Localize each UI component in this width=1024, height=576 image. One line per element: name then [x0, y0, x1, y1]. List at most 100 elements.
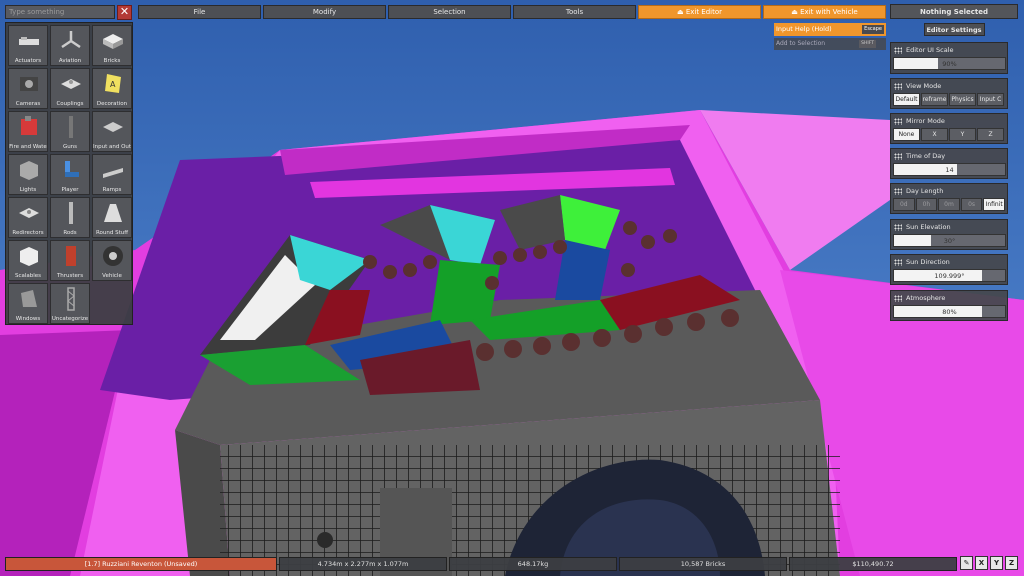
- grip-icon: [894, 82, 902, 90]
- category-round-stuff[interactable]: Round Stuff: [92, 197, 132, 238]
- category-label: Bricks: [103, 58, 121, 64]
- category-vehicle[interactable]: Vehicle: [92, 240, 132, 281]
- brick-icon: [103, 34, 123, 49]
- mirror-mode-option-y[interactable]: Y: [949, 128, 976, 141]
- search-input[interactable]: Type something: [5, 5, 115, 19]
- category-label: Vehicle: [102, 273, 122, 279]
- view-mode-option-reframe[interactable]: reframe: [921, 93, 948, 106]
- day-length-option-0m[interactable]: 0m: [938, 198, 960, 211]
- category-scalables[interactable]: Scalables: [8, 240, 48, 281]
- redirector-icon: [19, 208, 39, 218]
- category-actuators[interactable]: Actuators: [8, 25, 48, 66]
- z-axis-icon[interactable]: Z: [1005, 556, 1018, 570]
- viewport-scene[interactable]: [0, 0, 1024, 576]
- cube-icon: [20, 247, 38, 266]
- propeller-icon: [61, 31, 81, 49]
- category-label: Fire and Wate: [9, 144, 47, 150]
- time-of-day-slider[interactable]: 14: [893, 163, 1006, 176]
- category-label: Cameras: [15, 101, 41, 107]
- category-label: Player: [61, 187, 79, 193]
- vehicle-name[interactable]: [1.7] Ruzziani Reventon (Unsaved): [5, 557, 277, 571]
- mirror-mode-label: Mirror Mode: [906, 117, 945, 125]
- category-player[interactable]: Player: [50, 154, 90, 195]
- category-label: Actuators: [14, 58, 42, 64]
- exit-icon: ⏏: [676, 8, 686, 16]
- category-cameras[interactable]: Cameras: [8, 68, 48, 109]
- view-mode-option-default[interactable]: Default: [893, 93, 920, 106]
- menu-modify-button[interactable]: Modify: [263, 5, 386, 19]
- io-icon: [103, 122, 123, 132]
- light-icon: [20, 161, 38, 180]
- sun-elevation-value: 30°: [943, 237, 956, 245]
- view-mode-option-input-c[interactable]: Input C: [977, 93, 1004, 106]
- y-axis-icon[interactable]: Y: [990, 556, 1003, 570]
- time-of-day-value: 14: [945, 166, 954, 174]
- sun-elevation-slider[interactable]: 30°: [893, 234, 1006, 247]
- day-length-options: 0d 0h 0m 0s Infinit: [891, 198, 1007, 211]
- seat-icon: [65, 161, 79, 177]
- category-decoration[interactable]: A Decoration: [92, 68, 132, 109]
- mirror-mode-option-none[interactable]: None: [893, 128, 920, 141]
- grip-icon: [894, 117, 902, 125]
- view-mode-option-physics[interactable]: Physics: [949, 93, 976, 106]
- exit-editor-button[interactable]: ⏏ Exit Editor: [638, 5, 761, 19]
- category-windows[interactable]: Windows: [8, 283, 48, 324]
- category-ramps[interactable]: Ramps: [92, 154, 132, 195]
- category-label: Aviation: [58, 58, 82, 64]
- category-couplings[interactable]: Couplings: [50, 68, 90, 109]
- atmosphere-value: 80%: [942, 308, 957, 316]
- category-thrusters[interactable]: Thrusters: [50, 240, 90, 281]
- menu-selection-button[interactable]: Selection: [388, 5, 511, 19]
- close-icon[interactable]: ✕: [117, 5, 132, 20]
- day-length-option-0h[interactable]: 0h: [915, 198, 938, 211]
- mirror-mode-option-z[interactable]: Z: [977, 128, 1004, 141]
- category-redirectors[interactable]: Redirectors: [8, 197, 48, 238]
- status-bar: [1.7] Ruzziani Reventon (Unsaved) 4.734m…: [5, 557, 957, 571]
- grip-icon: [894, 258, 902, 266]
- mirror-mode-option-x[interactable]: X: [921, 128, 948, 141]
- input-help-label: Input Help (Hold): [776, 25, 832, 33]
- vehicle-dimensions: 4.734m x 2.277m x 1.077m: [279, 557, 447, 571]
- atmosphere-label: Atmosphere: [906, 294, 946, 302]
- input-help-hint: Input Help (Hold) Escape: [774, 23, 886, 36]
- menu-file-button[interactable]: File: [138, 5, 261, 19]
- atmosphere-slider[interactable]: 80%: [893, 305, 1006, 318]
- time-of-day-section: Time of Day 14: [890, 148, 1008, 179]
- day-length-section: Day Length 0d 0h 0m 0s Infinit: [890, 183, 1008, 214]
- grip-icon: [894, 46, 902, 54]
- selection-title: Nothing Selected: [890, 4, 1018, 19]
- category-label: Scalables: [14, 273, 42, 279]
- grip-icon: [894, 294, 902, 302]
- sun-direction-section: Sun Direction 109.999°: [890, 254, 1008, 285]
- exit-vehicle-label: Exit with Vehicle: [800, 8, 858, 16]
- category-bricks[interactable]: Bricks: [92, 25, 132, 66]
- day-length-option-0d[interactable]: 0d: [893, 198, 915, 211]
- view-mode-label: View Mode: [906, 82, 942, 90]
- exit-editor-label: Exit Editor: [685, 8, 723, 16]
- atmosphere-section: Atmosphere 80%: [890, 290, 1008, 321]
- sun-elevation-label: Sun Elevation: [906, 223, 951, 231]
- day-length-option-infinit[interactable]: Infinit: [983, 198, 1005, 211]
- ui-scale-slider[interactable]: 90%: [893, 57, 1006, 70]
- view-mode-options: Default reframe Physics Input C: [891, 93, 1007, 106]
- category-lights[interactable]: Lights: [8, 154, 48, 195]
- svg-text:A: A: [110, 80, 116, 89]
- gun-icon: [69, 116, 73, 138]
- menu-tools-button[interactable]: Tools: [513, 5, 636, 19]
- sun-direction-slider[interactable]: 109.999°: [893, 269, 1006, 282]
- grip-icon: [894, 223, 902, 231]
- day-length-option-0s[interactable]: 0s: [960, 198, 983, 211]
- category-aviation[interactable]: Aviation: [50, 25, 90, 66]
- category-rods[interactable]: Rods: [50, 197, 90, 238]
- decoration-icon: A: [105, 74, 121, 93]
- category-guns[interactable]: Guns: [50, 111, 90, 152]
- editor-settings-button[interactable]: Editor Settings: [923, 23, 985, 36]
- x-axis-icon[interactable]: X: [975, 556, 988, 570]
- ramp-icon: [103, 168, 123, 178]
- pencil-icon[interactable]: ✎: [960, 556, 973, 570]
- category-fire-and-wate[interactable]: Fire and Wate: [8, 111, 48, 152]
- category-input-and-out[interactable]: Input and Out: [92, 111, 132, 152]
- category-uncategorize[interactable]: Uncategorize: [50, 283, 90, 324]
- category-label: Ramps: [102, 187, 122, 193]
- exit-with-vehicle-button[interactable]: ⏏ Exit with Vehicle: [763, 5, 886, 19]
